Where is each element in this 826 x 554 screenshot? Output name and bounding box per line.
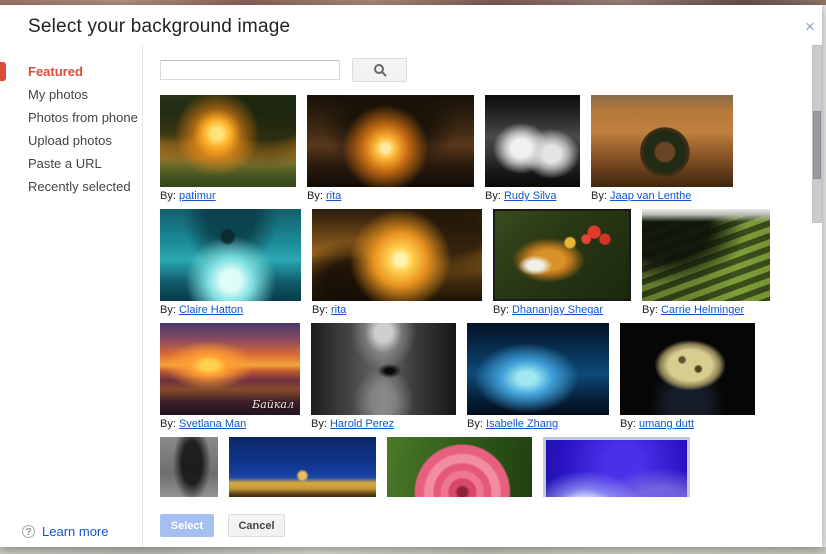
- author-link[interactable]: Carrie Helminger: [661, 304, 744, 316]
- sidebar-item-upload-photos[interactable]: Upload photos: [0, 129, 143, 152]
- sidebar-item-photos-from-phone[interactable]: Photos from phone: [0, 106, 143, 129]
- by-label: By:: [591, 190, 607, 202]
- sidebar-item-paste-a-url[interactable]: Paste a URL: [0, 152, 143, 175]
- photo-attribution: By: Svetlana Man: [160, 417, 300, 431]
- by-label: By:: [160, 190, 176, 202]
- photo-thumbnail[interactable]: By: rita: [312, 209, 482, 317]
- photo-thumbnail[interactable]: By: Rudy Silva: [485, 95, 580, 203]
- author-link[interactable]: patimur: [179, 190, 216, 202]
- photo-thumbnail[interactable]: [160, 437, 218, 497]
- photo-attribution: By: patimur: [160, 189, 296, 203]
- photo-attribution: By: Claire Hatton: [160, 303, 301, 317]
- photo-thumbnail[interactable]: [229, 437, 376, 497]
- page-background-right: [822, 5, 826, 547]
- by-label: By:: [642, 304, 658, 316]
- author-link[interactable]: rita: [326, 190, 341, 202]
- scrollbar-track[interactable]: [812, 45, 822, 223]
- photo-thumbnail[interactable]: By: patimur: [160, 95, 296, 203]
- by-label: By:: [493, 304, 509, 316]
- photo-attribution: By: Jaap van Lenthe: [591, 189, 733, 203]
- photo-row: Байкал By: Svetlana Man By: Harold Perez…: [160, 323, 810, 431]
- photo-thumbnail[interactable]: By: Harold Perez: [311, 323, 456, 431]
- photo-image[interactable]: [311, 323, 456, 415]
- photo-row: By: patimur By: rita By: Rudy Silva: [160, 95, 810, 203]
- close-icon[interactable]: ×: [800, 17, 820, 37]
- photo-image[interactable]: [591, 95, 733, 187]
- photo-image[interactable]: [467, 323, 609, 415]
- sidebar: Featured My photos Photos from phone Upl…: [0, 45, 143, 547]
- photo-thumbnail[interactable]: By: Jaap van Lenthe: [591, 95, 733, 203]
- photo-thumbnail[interactable]: By: Carrie Helminger: [642, 209, 770, 317]
- photo-image[interactable]: [312, 209, 482, 301]
- author-link[interactable]: rita: [331, 304, 346, 316]
- sidebar-item-featured[interactable]: Featured: [0, 60, 143, 83]
- select-button[interactable]: Select: [160, 514, 214, 537]
- photo-attribution: By: Harold Perez: [311, 417, 456, 431]
- search-input[interactable]: [160, 60, 340, 80]
- photo-thumbnail[interactable]: By: Claire Hatton: [160, 209, 301, 317]
- photo-attribution: By: Carrie Helminger: [642, 303, 770, 317]
- by-label: By:: [467, 418, 483, 430]
- photo-image[interactable]: [485, 95, 580, 187]
- photo-grid: By: patimur By: rita By: Rudy Silva: [160, 95, 810, 497]
- photo-image[interactable]: [229, 437, 376, 497]
- photo-row: By: Claire Hatton By: rita By: Dhananjay…: [160, 209, 810, 317]
- page-background-bottom: [0, 547, 826, 554]
- background-picker-dialog: Select your background image × Featured …: [0, 5, 822, 547]
- photo-thumbnail[interactable]: Байкал By: Svetlana Man: [160, 323, 300, 431]
- learn-more-label: Learn more: [42, 524, 108, 539]
- photo-thumbnail[interactable]: By: umang dutt: [620, 323, 755, 431]
- author-link[interactable]: Harold Perez: [330, 418, 394, 430]
- photo-attribution: By: rita: [312, 303, 482, 317]
- help-icon: ?: [22, 525, 35, 538]
- author-link[interactable]: Svetlana Man: [179, 418, 246, 430]
- learn-more-link[interactable]: ? Learn more: [22, 524, 108, 539]
- by-label: By:: [485, 190, 501, 202]
- photo-overlay-text: Байкал: [252, 398, 294, 411]
- by-label: By:: [307, 190, 323, 202]
- photo-row: [160, 437, 810, 497]
- photo-thumbnail[interactable]: [543, 437, 690, 497]
- photo-image[interactable]: [493, 209, 631, 301]
- photo-image[interactable]: [307, 95, 474, 187]
- photo-image[interactable]: [387, 437, 532, 497]
- author-link[interactable]: Isabelle Zhang: [486, 418, 558, 430]
- search-icon: [373, 63, 387, 77]
- photo-attribution: By: rita: [307, 189, 474, 203]
- by-label: By:: [311, 418, 327, 430]
- by-label: By:: [160, 304, 176, 316]
- author-link[interactable]: Claire Hatton: [179, 304, 243, 316]
- photo-thumbnail[interactable]: [387, 437, 532, 497]
- dialog-title: Select your background image: [28, 16, 290, 38]
- photo-attribution: By: Isabelle Zhang: [467, 417, 609, 431]
- sidebar-nav: Featured My photos Photos from phone Upl…: [0, 60, 143, 198]
- sidebar-item-recently-selected[interactable]: Recently selected: [0, 175, 143, 198]
- photo-attribution: By: umang dutt: [620, 417, 755, 431]
- photo-image[interactable]: [160, 437, 218, 497]
- photo-attribution: By: Dhananjay Shegar: [493, 303, 631, 317]
- photo-image[interactable]: [642, 209, 770, 301]
- author-link[interactable]: Dhananjay Shegar: [512, 304, 603, 316]
- by-label: By:: [160, 418, 176, 430]
- photo-thumbnail[interactable]: By: rita: [307, 95, 474, 203]
- author-link[interactable]: Jaap van Lenthe: [610, 190, 691, 202]
- photo-image[interactable]: [543, 437, 690, 497]
- photo-image[interactable]: [160, 95, 296, 187]
- photo-thumbnail[interactable]: By: Isabelle Zhang: [467, 323, 609, 431]
- by-label: By:: [620, 418, 636, 430]
- by-label: By:: [312, 304, 328, 316]
- photo-image[interactable]: [620, 323, 755, 415]
- photo-thumbnail[interactable]: By: Dhananjay Shegar: [493, 209, 631, 317]
- author-link[interactable]: Rudy Silva: [504, 190, 557, 202]
- photo-attribution: By: Rudy Silva: [485, 189, 580, 203]
- photo-image[interactable]: [160, 209, 301, 301]
- search-button[interactable]: [352, 58, 407, 82]
- sidebar-item-my-photos[interactable]: My photos: [0, 83, 143, 106]
- cancel-button[interactable]: Cancel: [228, 514, 285, 537]
- scrollbar-thumb[interactable]: [813, 111, 821, 179]
- author-link[interactable]: umang dutt: [639, 418, 694, 430]
- photo-image[interactable]: Байкал: [160, 323, 300, 415]
